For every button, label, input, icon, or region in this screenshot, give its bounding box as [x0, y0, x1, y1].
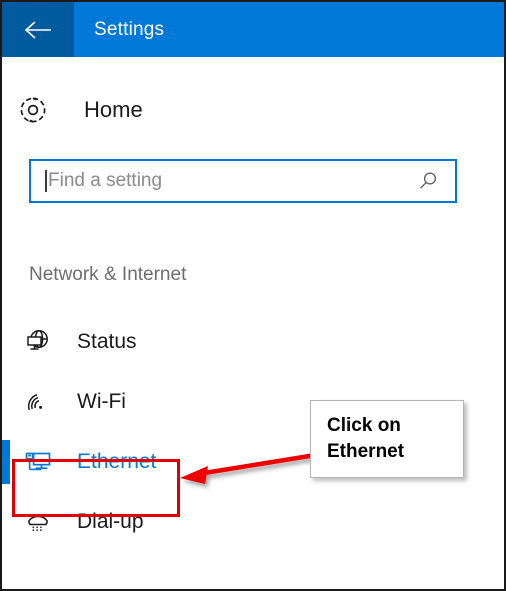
selection-indicator — [2, 440, 10, 484]
ethernet-icon — [21, 448, 55, 476]
settings-window: Settings Home Network & Internet — [0, 0, 506, 591]
home-item[interactable]: Home — [2, 84, 504, 136]
gear-icon — [18, 95, 68, 125]
section-header: Network & Internet — [29, 264, 187, 285]
back-button[interactable] — [2, 2, 74, 57]
nav-label: Wi-Fi — [77, 390, 126, 413]
search-icon[interactable] — [417, 170, 439, 192]
callout-line-2: Ethernet — [327, 441, 405, 462]
phone-icon — [21, 508, 55, 536]
search-box[interactable] — [29, 159, 457, 203]
wifi-icon — [21, 388, 55, 416]
title-bar: Settings — [2, 2, 504, 57]
nav-label: Status — [77, 330, 137, 353]
nav-label: Ethernet — [77, 450, 157, 473]
nav-item-status[interactable]: Status — [2, 312, 504, 372]
back-arrow-icon — [23, 19, 53, 41]
search-input[interactable] — [47, 161, 417, 201]
globe-icon — [21, 328, 55, 356]
callout-line-1: Click on — [327, 415, 401, 436]
nav-label: Dial-up — [77, 510, 144, 533]
nav-item-dialup[interactable]: Dial-up — [2, 492, 504, 552]
callout-box: Click on Ethernet — [310, 400, 464, 478]
window-title: Settings — [94, 18, 165, 40]
home-label: Home — [84, 97, 143, 122]
